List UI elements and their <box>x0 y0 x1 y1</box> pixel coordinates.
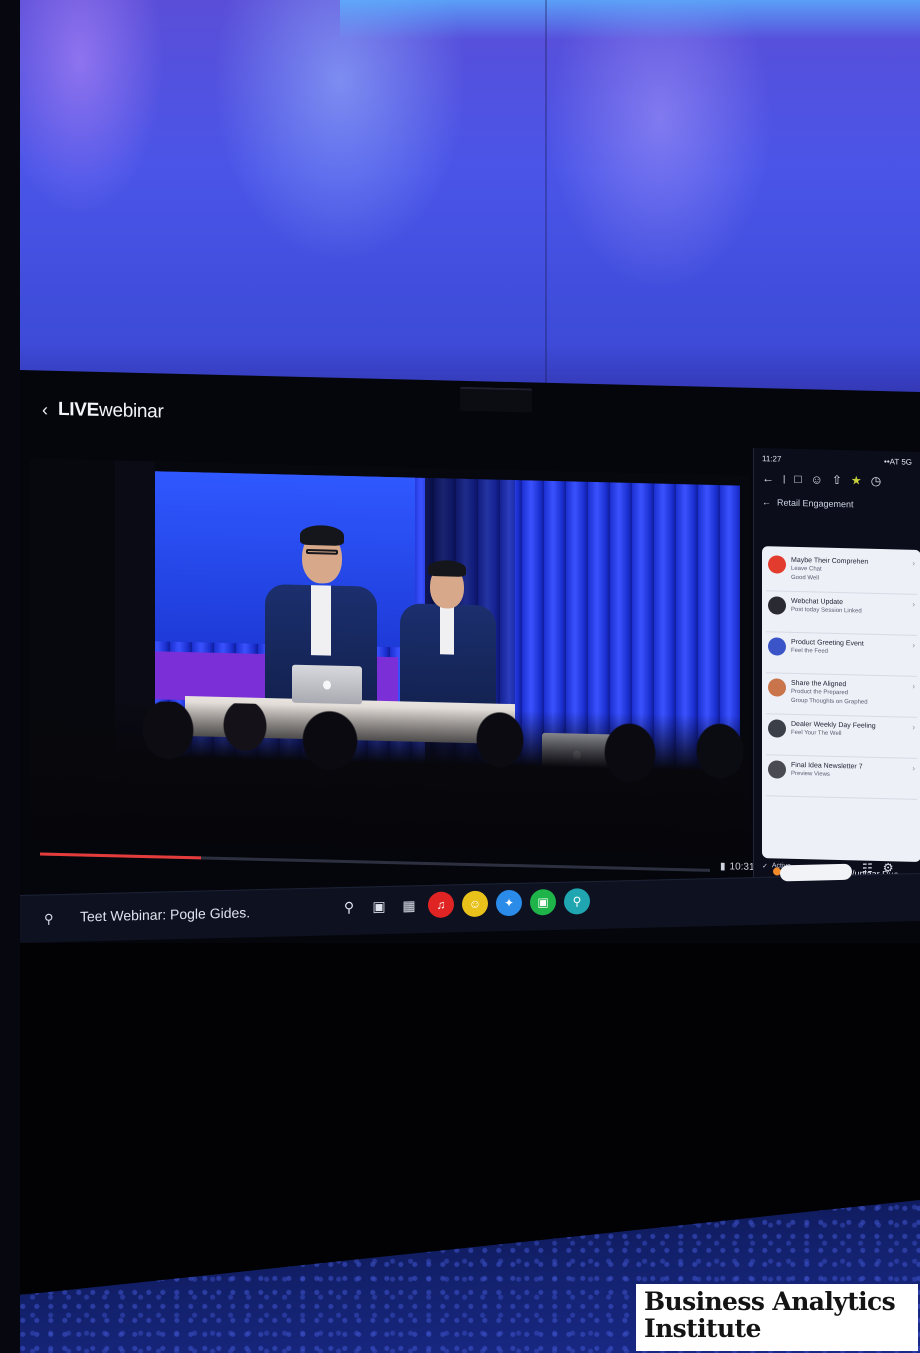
logo-line2: Institute <box>644 1314 761 1343</box>
laptop-on-stage <box>292 664 362 705</box>
check-icon: ✓ <box>762 863 768 871</box>
arrow-left-icon[interactable]: ← <box>762 471 774 485</box>
projector <box>460 386 532 413</box>
taskbar-icons: ⚲ ▣ ▦ ♫ ☺ ✦ ▣ ⚲ <box>338 888 590 920</box>
chat-item-subtitle: Feel Your The Well <box>791 729 842 738</box>
lock-icon[interactable]: ⚲ <box>44 911 54 927</box>
chevron-right-icon[interactable]: › <box>912 682 915 691</box>
clock-icon[interactable]: ◷ <box>871 474 881 488</box>
page-title: LIVEwebinar <box>58 398 164 423</box>
avatar <box>768 719 786 738</box>
chat-list-item[interactable]: Final Idea Newsletter 7 Preview Views › <box>766 755 917 800</box>
logo-line1: Business Analytics <box>644 1287 896 1316</box>
settings-icon[interactable]: ⚙ <box>883 861 894 875</box>
chat-item-subtitle: Feel the Feed <box>791 647 829 655</box>
chevron-right-icon[interactable]: › <box>912 641 915 650</box>
badge-icon[interactable]: ★ <box>851 473 862 487</box>
chat-list-item[interactable]: Dealer Weekly Day Feeling Feel Your The W… <box>766 714 917 759</box>
video-player[interactable] <box>30 458 750 856</box>
video-time: 10:31 <box>729 861 755 873</box>
avatar <box>768 678 786 697</box>
left-edge <box>0 0 20 1353</box>
chat-item-text: Dealer Weekly Day Feeling Feel Your The W… <box>791 720 907 741</box>
chat-item-text: Webchat Update Post today Session Linked <box>791 597 907 618</box>
panel-toolbar: ← | □ ☺ ⇧ ★ ◷ <box>754 463 920 497</box>
chat-item-extra: Good Well <box>791 574 819 582</box>
document-icon[interactable]: □ <box>794 472 801 486</box>
bird-app-icon[interactable]: ✦ <box>496 889 522 917</box>
status-time: 11:27 <box>762 454 782 464</box>
app-header: ‹ LIVEwebinar <box>42 399 163 424</box>
chat-list-item[interactable]: Share the Aligned Product the Prepared Gro… <box>766 673 917 718</box>
chat-item-text: Product Greeting Event Feel the Feed <box>791 638 907 659</box>
chat-list-item[interactable]: Webchat Update Post today Session Linked › <box>766 591 917 636</box>
chat-item-text: Maybe Their Comprehen Leave Chat Good Well <box>791 556 907 586</box>
grid-icon[interactable]: ☷ <box>862 861 873 875</box>
chat-item-extra: Group Thoughts on Graphed <box>791 697 868 706</box>
brand-logo: Business Analytics Institute <box>636 1284 918 1351</box>
chevron-right-icon[interactable]: › <box>912 559 915 568</box>
chat-item-subtitle: Post today Session Linked <box>791 606 862 615</box>
video-time-display: ▮ 10:31 <box>720 861 755 873</box>
calendar-icon[interactable]: ▦ <box>398 897 420 915</box>
share-icon[interactable]: ⇧ <box>832 473 842 487</box>
divider-icon: | <box>783 473 786 484</box>
document-icon[interactable]: ▣ <box>368 897 390 915</box>
purple-wall <box>20 0 920 430</box>
chevron-right-icon[interactable]: › <box>912 764 915 773</box>
video-progress-fill <box>40 852 201 860</box>
music-app-icon[interactable]: ♫ <box>428 891 454 919</box>
chat-app-icon[interactable]: ☺ <box>462 890 488 918</box>
green-app-icon[interactable]: ▣ <box>530 888 556 916</box>
chevron-right-icon[interactable]: › <box>912 600 915 609</box>
search-pill[interactable] <box>780 863 852 882</box>
chat-list-item[interactable]: Product Greeting Event Feel the Feed › <box>766 632 917 677</box>
wall-seam <box>545 0 547 430</box>
chat-item-subtitle: Preview Views <box>791 770 830 778</box>
people-icon[interactable]: ☺ <box>811 472 823 486</box>
avatar <box>768 637 786 656</box>
taskbar-tray: ☷ ⚙ <box>862 861 894 876</box>
chat-item-text: Share the Aligned Product the Prepared Gro… <box>791 679 907 709</box>
chevron-right-icon[interactable]: › <box>912 723 915 732</box>
chevron-left-icon[interactable]: ‹ <box>42 399 48 420</box>
avatar <box>768 555 786 574</box>
chat-panel: 11:27 ••AT 5G ← | □ ☺ ⇧ ★ ◷ ← Retail Eng… <box>753 447 920 882</box>
panel-title: Retail Engagement <box>777 497 854 510</box>
arrow-left-icon[interactable]: ← <box>762 497 771 507</box>
chat-list-item[interactable]: Maybe Their Comprehen Leave Chat Good Well… <box>766 550 917 595</box>
status-signal: ••AT 5G <box>884 457 912 467</box>
avatar <box>768 760 786 779</box>
chat-list: Maybe Their Comprehen Leave Chat Good Well… <box>762 546 920 863</box>
pin-app-icon[interactable]: ⚲ <box>564 888 590 915</box>
chat-item-text: Final Idea Newsletter 7 Preview Views <box>791 761 907 782</box>
wall-light-strip <box>340 0 920 40</box>
avatar <box>768 596 786 615</box>
video-progress-bar[interactable] <box>40 852 710 872</box>
panel-header: ← Retail Engagement <box>754 493 920 515</box>
audience-silhouettes <box>30 698 750 856</box>
search-icon[interactable]: ⚲ <box>338 898 360 916</box>
sidebar-toggle-icon[interactable]: ▮ <box>720 861 726 872</box>
taskbar-title: Teet Webinar: Pogle Gides. <box>80 904 251 925</box>
